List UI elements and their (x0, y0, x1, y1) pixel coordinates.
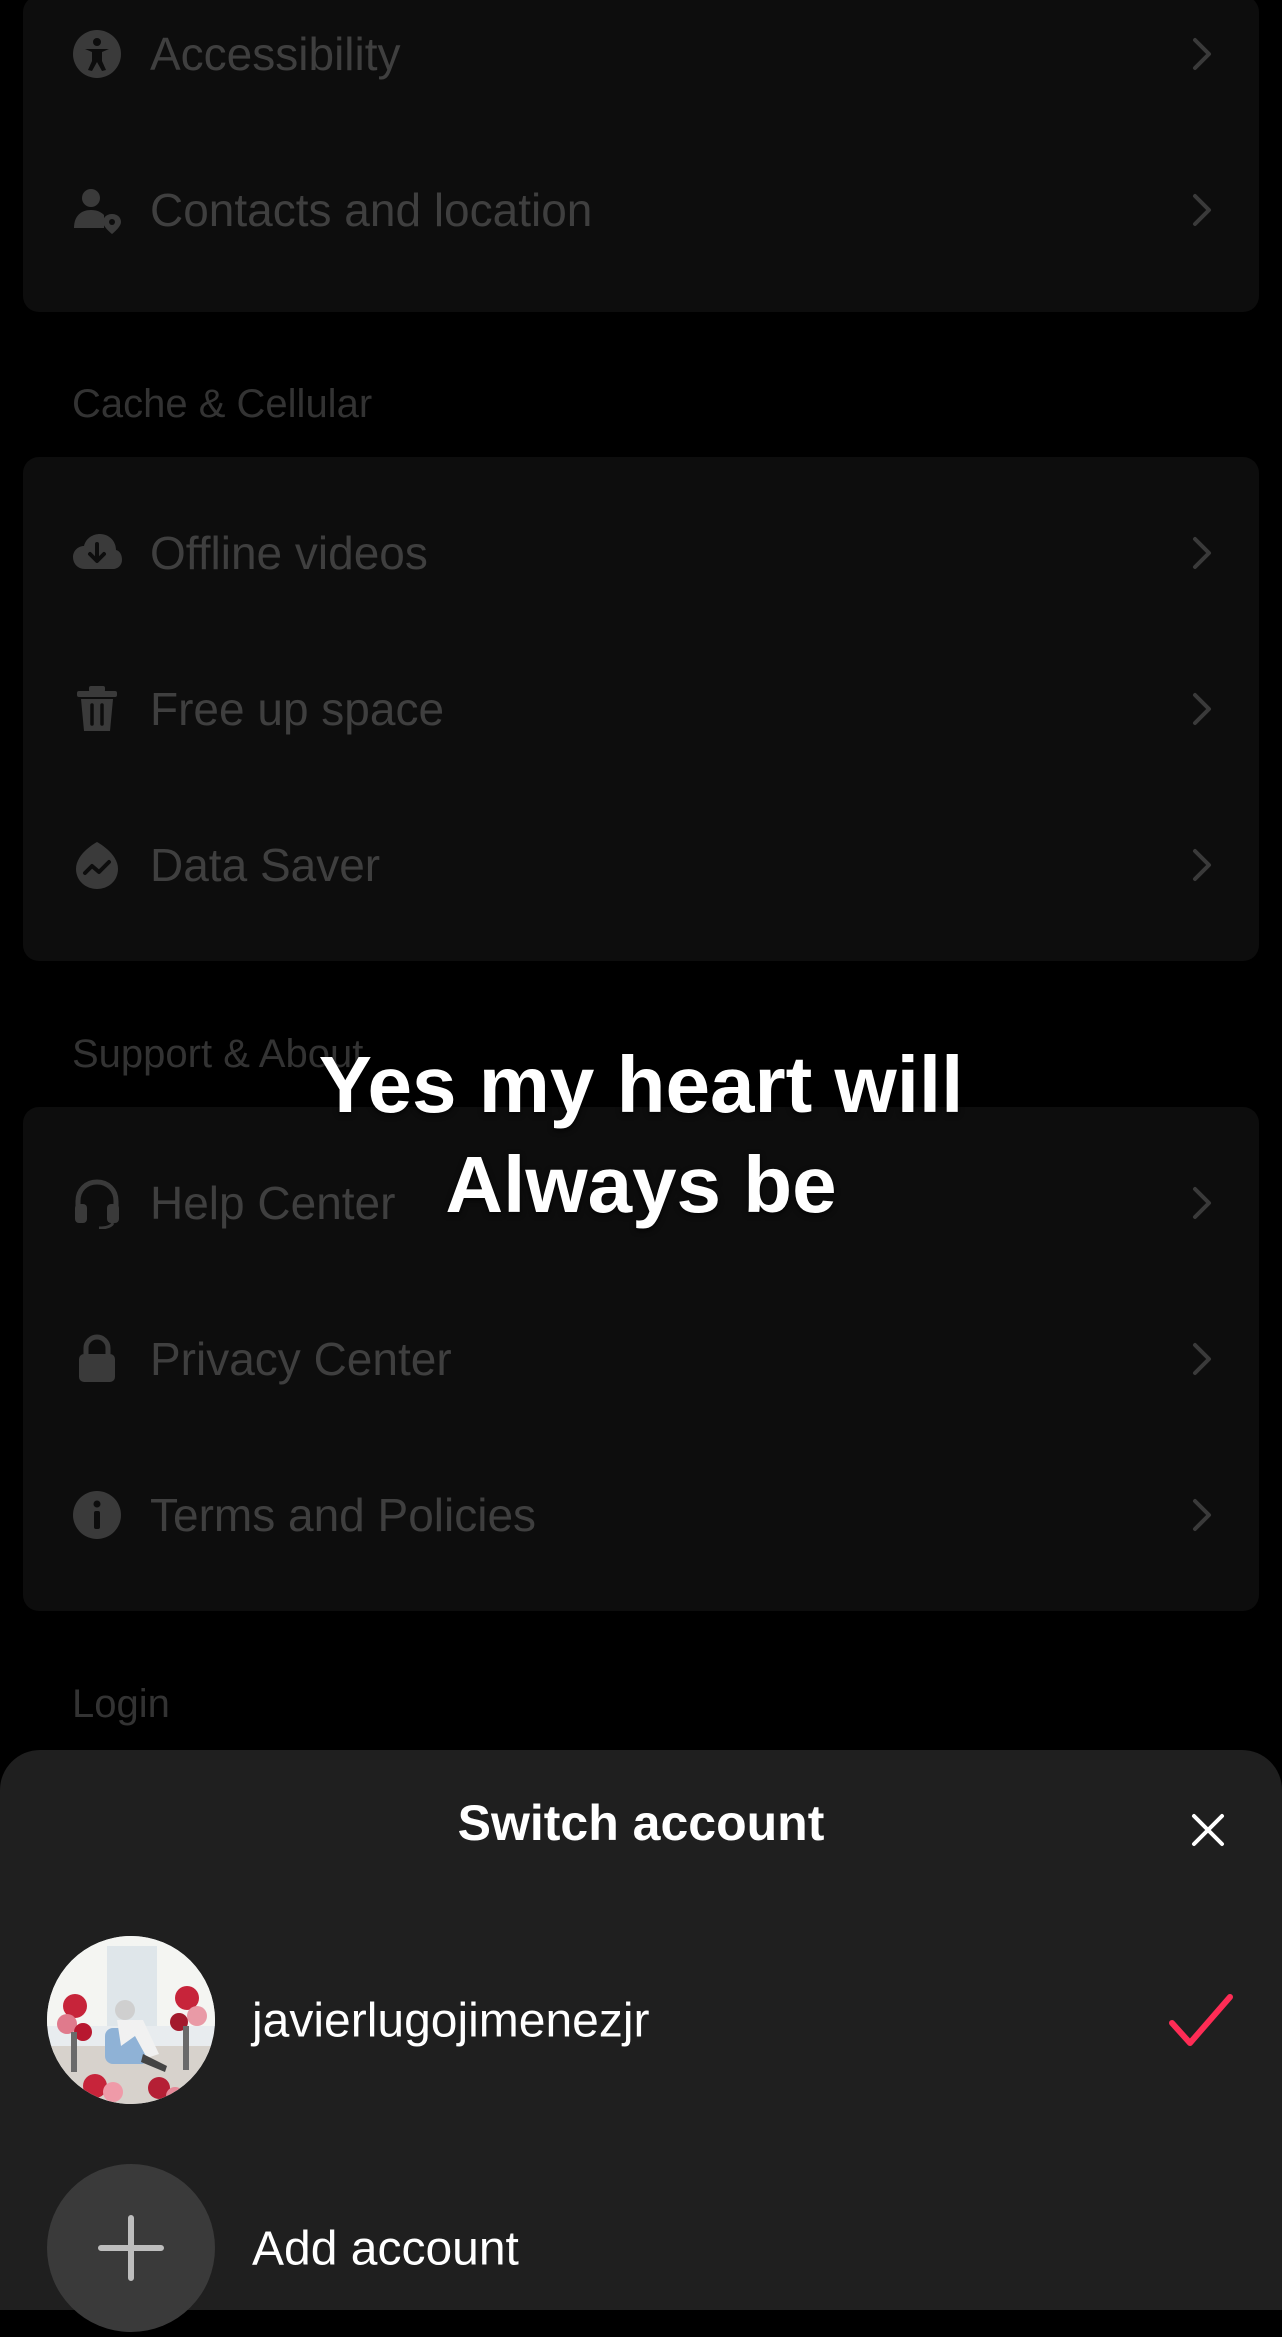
account-item[interactable]: javierlugojimenezjr (0, 1936, 1282, 2106)
settings-row-data-saver[interactable]: Data Saver (23, 787, 1259, 943)
add-account-item[interactable]: Add account (0, 2164, 1282, 2334)
settings-row-label: Contacts and location (150, 184, 593, 236)
settings-row-free-up-space[interactable]: Free up space (23, 631, 1259, 787)
settings-screen: Accessibility Contacts and location Cach… (0, 0, 1282, 2332)
settings-row-label: Privacy Center (150, 1333, 452, 1385)
settings-row-privacy-center[interactable]: Privacy Center (23, 1281, 1259, 1437)
settings-row-contacts-location[interactable]: Contacts and location (23, 132, 1259, 288)
settings-row-label: Data Saver (150, 839, 381, 891)
cloud-download-icon (71, 527, 123, 579)
chevron-right-icon (1193, 1499, 1211, 1531)
settings-row-label: Terms and Policies (150, 1489, 537, 1541)
chevron-right-icon (1193, 693, 1211, 725)
caption-line: Yes my heart will (318, 1040, 964, 1129)
accessibility-icon (71, 28, 123, 80)
account-username: javierlugojimenezjr (252, 1994, 650, 2048)
settings-group-general: Accessibility Contacts and location (23, 0, 1259, 312)
settings-row-accessibility[interactable]: Accessibility (23, 0, 1259, 132)
avatar (47, 1936, 215, 2104)
settings-row-label: Accessibility (150, 28, 401, 80)
add-account-circle (47, 2164, 215, 2332)
lock-icon (71, 1333, 123, 1385)
settings-group-cache: Offline videos Free up space Data Saver (23, 457, 1259, 961)
chevron-right-icon (1193, 849, 1211, 881)
chevron-right-icon (1193, 1343, 1211, 1375)
chevron-right-icon (1193, 194, 1211, 226)
sheet-title: Switch account (457, 1795, 825, 1851)
section-title-login: Login (72, 1682, 170, 1726)
caption-line: Always be (445, 1140, 837, 1229)
data-saver-icon (71, 839, 123, 891)
video-caption: Yes my heart will Always be (0, 1035, 1282, 1235)
settings-row-offline-videos[interactable]: Offline videos (23, 475, 1259, 631)
settings-row-label: Free up space (150, 683, 445, 735)
close-icon[interactable] (1186, 1808, 1230, 1852)
plus-icon (98, 2215, 164, 2281)
settings-row-terms-policies[interactable]: Terms and Policies (23, 1437, 1259, 1593)
section-title-cache: Cache & Cellular (72, 382, 373, 426)
chevron-right-icon (1193, 537, 1211, 569)
trash-icon (71, 683, 123, 735)
info-icon (71, 1489, 123, 1541)
switch-account-sheet: Switch account javierlugojimenezjr Add a… (0, 1750, 1282, 2332)
chevron-right-icon (1193, 38, 1211, 70)
contacts-location-icon (71, 184, 123, 236)
checkmark-icon (1169, 1994, 1233, 2046)
add-account-label: Add account (252, 2222, 519, 2276)
settings-row-label: Offline videos (150, 527, 428, 579)
